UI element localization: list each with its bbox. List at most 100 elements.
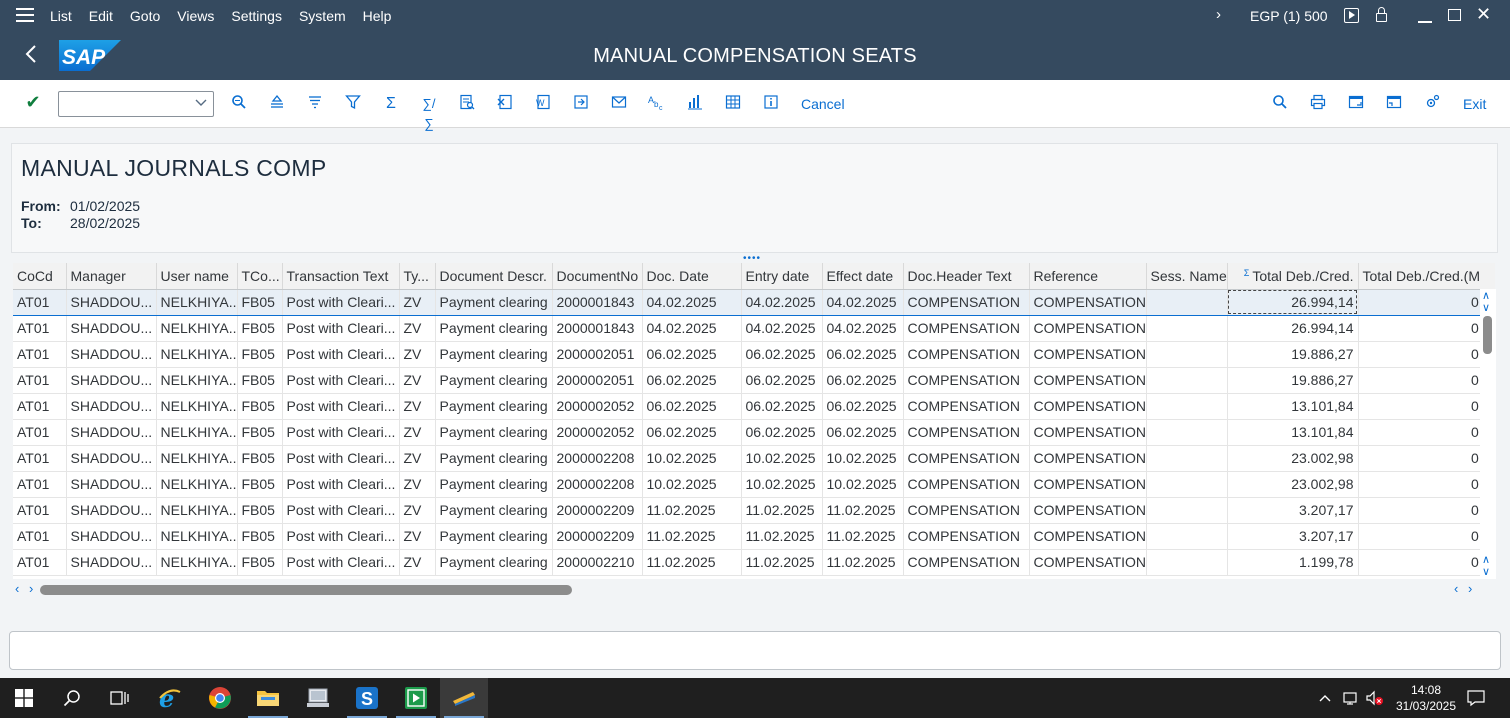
table-cell[interactable]: Payment clearing <box>435 289 553 316</box>
table-cell[interactable]: 06.02.2025 <box>741 367 823 394</box>
table-cell[interactable]: COMPENSATION <box>903 549 1030 576</box>
table-cell[interactable]: FB05 <box>237 445 283 472</box>
taskbar-clock[interactable]: 14:08 31/03/2025 <box>1390 682 1462 714</box>
table-row[interactable]: AT01 SHADDOU... NELKHIYA... FB05 Post with C… <box>13 289 1495 316</box>
table-cell[interactable]: 2000002210 <box>552 549 643 576</box>
table-cell[interactable]: 23.002,98 <box>1227 445 1359 472</box>
table-cell[interactable]: AT01 <box>13 419 67 446</box>
table-cell[interactable]: 10.02.2025 <box>642 445 742 472</box>
table-cell[interactable]: 2000002051 <box>552 367 643 394</box>
table-cell[interactable]: Payment clearing <box>435 549 553 576</box>
table-cell[interactable]: Payment clearing <box>435 497 553 524</box>
table-cell[interactable] <box>1146 341 1228 368</box>
table-cell[interactable]: Post with Cleari... <box>282 419 400 446</box>
table-cell[interactable]: 10.02.2025 <box>741 471 823 498</box>
table-row[interactable]: AT01 SHADDOU... NELKHIYA... FB05 Post with C… <box>13 549 1495 576</box>
information-icon[interactable] <box>760 94 782 114</box>
table-cell[interactable]: SHADDOU... <box>66 419 157 446</box>
table-cell[interactable]: AT01 <box>13 549 67 576</box>
table-cell[interactable]: FB05 <box>237 367 283 394</box>
table-cell[interactable]: 0,0 <box>1358 393 1495 420</box>
table-cell[interactable]: 06.02.2025 <box>741 419 823 446</box>
chevron-down-icon[interactable] <box>195 95 207 114</box>
search-icon[interactable] <box>1269 94 1291 114</box>
menu-list[interactable]: List <box>50 8 81 24</box>
table-cell[interactable]: Post with Cleari... <box>282 393 400 420</box>
table-cell[interactable]: AT01 <box>13 445 67 472</box>
table-cell[interactable]: SHADDOU... <box>66 445 157 472</box>
table-cell[interactable] <box>1146 497 1228 524</box>
table-cell[interactable]: 10.02.2025 <box>642 471 742 498</box>
table-cell[interactable]: 11.02.2025 <box>822 549 904 576</box>
col-header[interactable]: Reference <box>1029 263 1147 290</box>
table-cell[interactable]: COMPENSATION <box>1029 549 1147 576</box>
table-cell[interactable]: SHADDOU... <box>66 549 157 576</box>
spreadsheet-icon[interactable] <box>494 94 516 114</box>
table-cell[interactable]: 26.994,14 <box>1227 289 1359 316</box>
table-cell[interactable]: COMPENSATION <box>903 419 1030 446</box>
table-cell[interactable]: COMPENSATION <box>1029 445 1147 472</box>
col-header[interactable]: DocumentNo <box>552 263 643 290</box>
table-cell[interactable]: COMPENSATION <box>903 315 1030 342</box>
table-cell[interactable]: Payment clearing <box>435 393 553 420</box>
word-processing-icon[interactable]: W <box>532 94 554 114</box>
table-cell[interactable]: 0,0 <box>1358 341 1495 368</box>
col-header[interactable]: Transaction Text <box>282 263 400 290</box>
table-cell[interactable]: 11.02.2025 <box>642 523 742 550</box>
table-cell[interactable] <box>1146 419 1228 446</box>
table-cell[interactable]: SHADDOU... <box>66 393 157 420</box>
table-cell[interactable]: Post with Cleari... <box>282 341 400 368</box>
table-cell[interactable]: COMPENSATION <box>1029 367 1147 394</box>
table-cell[interactable]: 2000002052 <box>552 393 643 420</box>
table-cell[interactable]: ZV <box>399 445 436 472</box>
table-row[interactable]: AT01 SHADDOU... NELKHIYA... FB05 Post with C… <box>13 445 1495 472</box>
sum-icon[interactable]: Σ <box>380 94 402 114</box>
table-cell[interactable]: ZV <box>399 367 436 394</box>
sort-ascending-icon[interactable] <box>266 94 288 114</box>
table-cell[interactable]: ZV <box>399 315 436 342</box>
col-header[interactable]: Ty... <box>399 263 436 290</box>
table-cell[interactable]: ZV <box>399 289 436 316</box>
table-cell[interactable]: COMPENSATION <box>903 523 1030 550</box>
col-header[interactable]: Effect date <box>822 263 904 290</box>
scroll-thumb[interactable] <box>40 585 572 595</box>
windows-start-icon[interactable] <box>0 678 48 718</box>
table-cell[interactable]: 04.02.2025 <box>741 289 823 316</box>
table-cell[interactable]: 11.02.2025 <box>741 497 823 524</box>
system-info[interactable]: EGP (1) 500 <box>1250 8 1328 24</box>
table-cell[interactable]: 0,0 <box>1358 289 1495 316</box>
table-row[interactable]: AT01 SHADDOU... NELKHIYA... FB05 Post with C… <box>13 315 1495 342</box>
table-cell[interactable]: 11.02.2025 <box>741 523 823 550</box>
table-cell[interactable]: 2000002052 <box>552 419 643 446</box>
table-cell[interactable]: 06.02.2025 <box>642 341 742 368</box>
new-window-icon[interactable] <box>1345 94 1367 114</box>
table-cell[interactable]: ZV <box>399 393 436 420</box>
table-row[interactable]: AT01 SHADDOU... NELKHIYA... FB05 Post with C… <box>13 497 1495 524</box>
table-cell[interactable]: 06.02.2025 <box>741 393 823 420</box>
table-cell[interactable]: COMPENSATION <box>903 341 1030 368</box>
table-cell[interactable]: Post with Cleari... <box>282 471 400 498</box>
table-cell[interactable]: AT01 <box>13 497 67 524</box>
table-cell[interactable]: 3.207,17 <box>1227 497 1359 524</box>
table-cell[interactable]: NELKHIYA... <box>156 367 238 394</box>
col-header-total[interactable]: Σ Total Deb./Cred. <box>1227 263 1359 290</box>
table-cell[interactable]: ZV <box>399 549 436 576</box>
table-cell[interactable]: 04.02.2025 <box>642 315 742 342</box>
table-cell[interactable]: FB05 <box>237 419 283 446</box>
table-cell[interactable]: Post with Cleari... <box>282 289 400 316</box>
table-cell[interactable] <box>1146 393 1228 420</box>
table-cell[interactable]: 06.02.2025 <box>642 367 742 394</box>
table-cell[interactable]: Post with Cleari... <box>282 523 400 550</box>
table-cell[interactable]: Post with Cleari... <box>282 367 400 394</box>
table-cell[interactable]: 0,0 <box>1358 367 1495 394</box>
table-cell[interactable]: Post with Cleari... <box>282 497 400 524</box>
table-cell[interactable]: 1.199,78 <box>1227 549 1359 576</box>
print-preview-icon[interactable] <box>456 94 478 114</box>
table-cell[interactable]: FB05 <box>237 289 283 316</box>
table-cell[interactable]: 2000001843 <box>552 289 643 316</box>
table-cell[interactable]: 04.02.2025 <box>642 289 742 316</box>
table-row[interactable]: AT01 SHADDOU... NELKHIYA... FB05 Post with C… <box>13 367 1495 394</box>
table-cell[interactable]: 0,0 <box>1358 549 1495 576</box>
table-cell[interactable]: Post with Cleari... <box>282 549 400 576</box>
scroll-left-icon[interactable]: ‹ <box>15 581 19 596</box>
